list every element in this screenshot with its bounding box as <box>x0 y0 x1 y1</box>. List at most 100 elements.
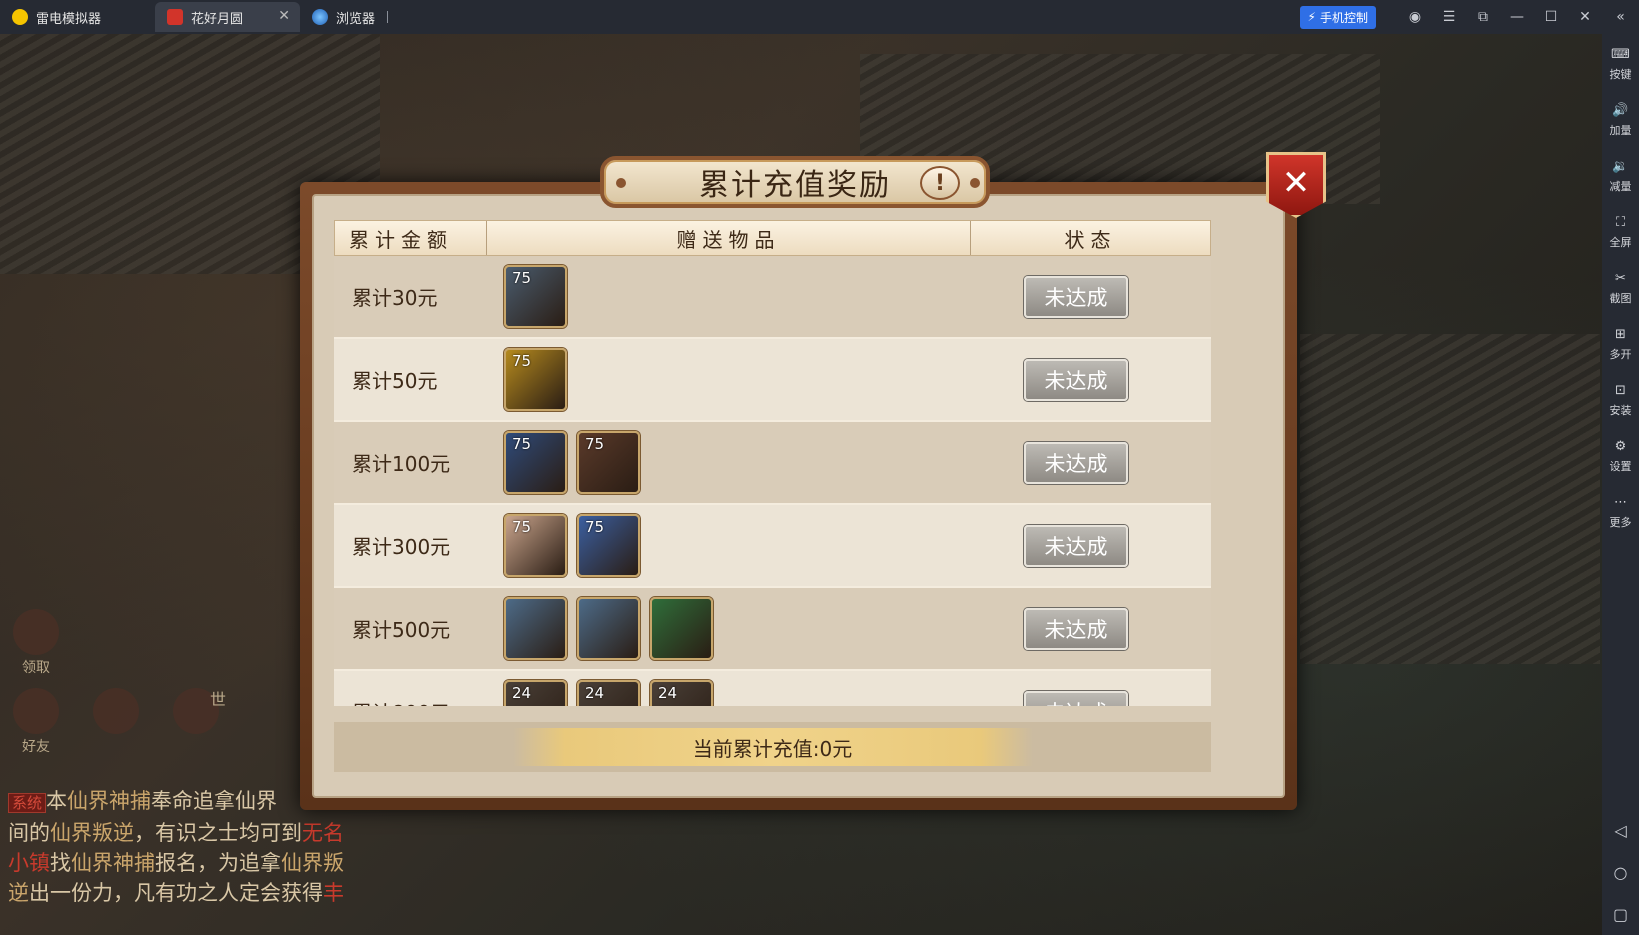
account-icon[interactable]: ◉ <box>1398 0 1432 34</box>
back-nav-icon[interactable]: ◁ <box>1602 809 1639 851</box>
item-level: 24 <box>512 684 532 702</box>
row-amount: 累计100元 <box>352 452 451 476</box>
chat-seg: 找 <box>50 851 71 875</box>
row-status: 未达成 <box>1024 358 1211 401</box>
emulator-sidebar: ⌨ 按键 🔊 加量 🔉 减量 ⛶ 全屏 ✂ 截图 ⊞ 多开 ⊡ 安装 ⚙ 设置 ⋯ 更多 ◁ ○ ▢ <box>1602 34 1639 935</box>
reward-rows[interactable]: 累计30元 75 未达成 累计50元 75 未达成 累计100元 75 75 未达成 累计300元 7… <box>334 256 1211 706</box>
reward-item-icon[interactable]: 75 <box>577 431 640 494</box>
sidebar-item-label: 更多 <box>1609 515 1632 529</box>
sidebar-item-2[interactable]: 🔉 减量 <box>1602 148 1639 204</box>
chat-seg: 间的 <box>8 821 50 845</box>
row-status: 未达成 <box>1024 607 1211 650</box>
status-button[interactable]: 未达成 <box>1024 524 1128 567</box>
status-button[interactable]: 未达成 <box>1024 275 1128 318</box>
sidebar-item-3[interactable]: ⛶ 全屏 <box>1602 204 1639 260</box>
collapse-sidebar-icon[interactable]: « <box>1602 0 1639 34</box>
menu-icon[interactable]: ☰ <box>1432 0 1466 34</box>
sidebar-item-5[interactable]: ⊞ 多开 <box>1602 316 1639 372</box>
close-tab-icon[interactable]: ✕ <box>278 8 290 24</box>
chat-seg: 逆 <box>8 881 29 905</box>
volume-down-icon: 🔉 <box>1612 158 1629 174</box>
tab-game[interactable]: 花好月圆 ✕ <box>155 2 300 32</box>
sidebar-item-6[interactable]: ⊡ 安装 <box>1602 372 1639 428</box>
row-items <box>504 597 1024 660</box>
row-status: 未达成 <box>1024 275 1211 318</box>
row-status: 未达成 <box>1024 690 1211 706</box>
status-button[interactable]: 未达成 <box>1024 358 1128 401</box>
game-app-icon <box>167 9 183 25</box>
header-items: 赠送物品 <box>487 221 971 255</box>
title-plate: 累计充值奖励 ! <box>600 156 990 208</box>
chat-seg: 奉命追拿仙界 <box>151 789 278 813</box>
friends-button[interactable]: 好友 <box>10 688 62 756</box>
minimize-icon[interactable]: — <box>1500 0 1534 34</box>
chat-seg: ，有识之士均可到 <box>134 821 302 845</box>
scissors-icon: ✂ <box>1615 270 1626 286</box>
reward-item-icon[interactable]: 24 <box>504 680 567 706</box>
reward-item-icon[interactable] <box>650 597 713 660</box>
tab-label: 浏览器 <box>336 11 376 27</box>
status-button[interactable]: 未达成 <box>1024 690 1128 706</box>
sidebar-item-0[interactable]: ⌨ 按键 <box>1602 36 1639 92</box>
close-window-icon[interactable]: ✕ <box>1568 0 1602 34</box>
home-nav-icon[interactable]: ○ <box>1602 851 1639 893</box>
chat-bubble-icon <box>93 688 139 734</box>
item-level: 75 <box>512 269 532 287</box>
handshake-icon <box>13 688 59 734</box>
status-button[interactable]: 未达成 <box>1024 441 1128 484</box>
phone-control-button[interactable]: ⚡ 手机控制 <box>1299 5 1376 29</box>
system-tag: 系统 <box>8 793 47 813</box>
phone-control-label: 手机控制 <box>1319 10 1368 25</box>
reward-item-icon[interactable]: 75 <box>577 514 640 577</box>
fullscreen-icon: ⛶ <box>1615 214 1626 230</box>
emulator-titlebar: 雷电模拟器 花好月圆 ✕ 浏览器 ⚡ 手机控制 ◉ ☰ ⧉ — ☐ ✕ « <box>0 0 1639 34</box>
item-level: 75 <box>512 518 532 536</box>
dialog-title: 累计充值奖励 <box>699 168 891 203</box>
status-button[interactable]: 未达成 <box>1024 607 1128 650</box>
total-recharge-text: 当前累计充值:0元 <box>692 736 853 761</box>
sidebar-item-label: 按键 <box>1609 67 1632 81</box>
sidebar-item-4[interactable]: ✂ 截图 <box>1602 260 1639 316</box>
sidebar-item-label: 设置 <box>1609 459 1632 473</box>
world-label: 世 <box>210 690 227 709</box>
sidebar-item-1[interactable]: 🔊 加量 <box>1602 92 1639 148</box>
reward-item-icon[interactable]: 24 <box>577 680 640 706</box>
reward-item-icon[interactable] <box>577 597 640 660</box>
row-amount: 累计30元 <box>352 286 438 310</box>
chat-seg: 本 <box>46 789 68 813</box>
reward-item-icon[interactable]: 24 <box>650 680 713 706</box>
reward-item-icon[interactable]: 75 <box>504 431 567 494</box>
multi-instance-icon: ⊞ <box>1615 326 1626 342</box>
chat-button[interactable] <box>90 688 142 736</box>
row-amount: 累计500元 <box>352 618 451 642</box>
tab-label: 花好月圆 <box>191 11 244 27</box>
sidebar-item-8[interactable]: ⋯ 更多 <box>1602 484 1639 540</box>
sidebar-item-7[interactable]: ⚙ 设置 <box>1602 428 1639 484</box>
reward-item-icon[interactable] <box>504 597 567 660</box>
sidebar-item-label: 全屏 <box>1609 235 1632 249</box>
sidebar-item-label: 安装 <box>1609 403 1632 417</box>
reward-item-icon[interactable]: 75 <box>504 348 567 411</box>
row-status: 未达成 <box>1024 441 1211 484</box>
maximize-icon[interactable]: ☐ <box>1534 0 1568 34</box>
header-amount: 累计金额 <box>335 221 487 255</box>
row-items: 75 <box>504 265 1024 328</box>
reward-table: 累计金额 赠送物品 状态 累计30元 75 未达成 累计50元 75 未达成 累计100元 7… <box>334 220 1211 706</box>
tab-ldplayer[interactable]: 雷电模拟器 <box>0 2 155 32</box>
more-icon: ⋯ <box>1614 494 1627 510</box>
chat-seg: 仙界叛 <box>281 851 344 875</box>
recents-nav-icon[interactable]: ▢ <box>1602 893 1639 935</box>
popout-icon[interactable]: ⧉ <box>1466 0 1500 34</box>
keyboard-icon: ⌨ <box>1611 46 1630 62</box>
world-channel-label: 世 <box>210 686 226 710</box>
info-button[interactable]: ! <box>920 166 960 200</box>
item-level: 75 <box>512 435 532 453</box>
apk-install-icon: ⊡ <box>1615 382 1626 398</box>
reward-item-icon[interactable]: 75 <box>504 514 567 577</box>
ldplayer-logo-icon <box>12 9 28 25</box>
reward-item-icon[interactable]: 75 <box>504 265 567 328</box>
tab-browser[interactable]: 浏览器 <box>300 2 440 32</box>
chat-seg: 无名 <box>302 821 344 845</box>
volume-up-icon: 🔊 <box>1612 102 1629 118</box>
claim-button[interactable]: 领取 <box>10 609 62 677</box>
